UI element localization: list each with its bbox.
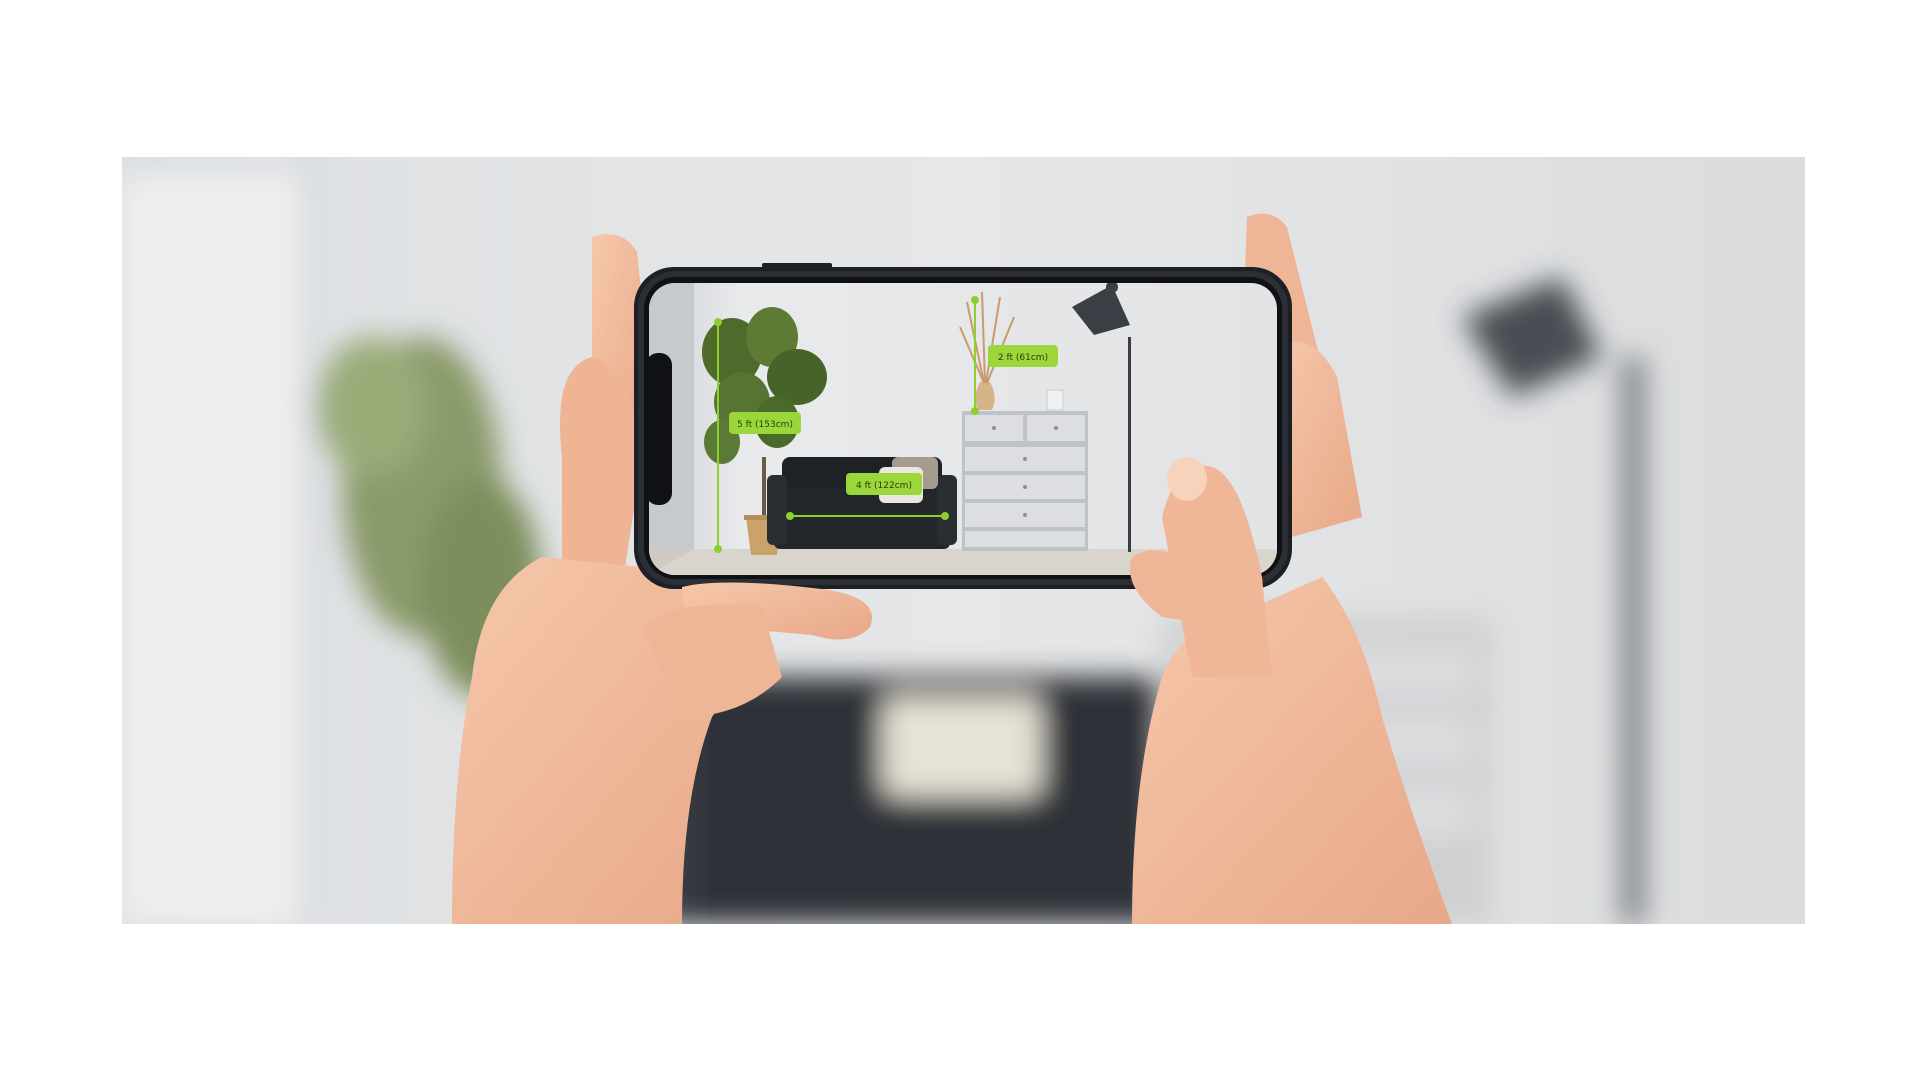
sofa-width-label: 4 ft (122cm) [856, 481, 912, 491]
sofa [767, 457, 957, 549]
vase-height-label: 2 ft (61cm) [998, 353, 1048, 363]
plant-height-label: 5 ft (153cm) [737, 420, 793, 430]
ar-measurement-photo: 5 ft (153cm) 4 ft (122cm) 2 ft (61cm) [122, 157, 1805, 924]
